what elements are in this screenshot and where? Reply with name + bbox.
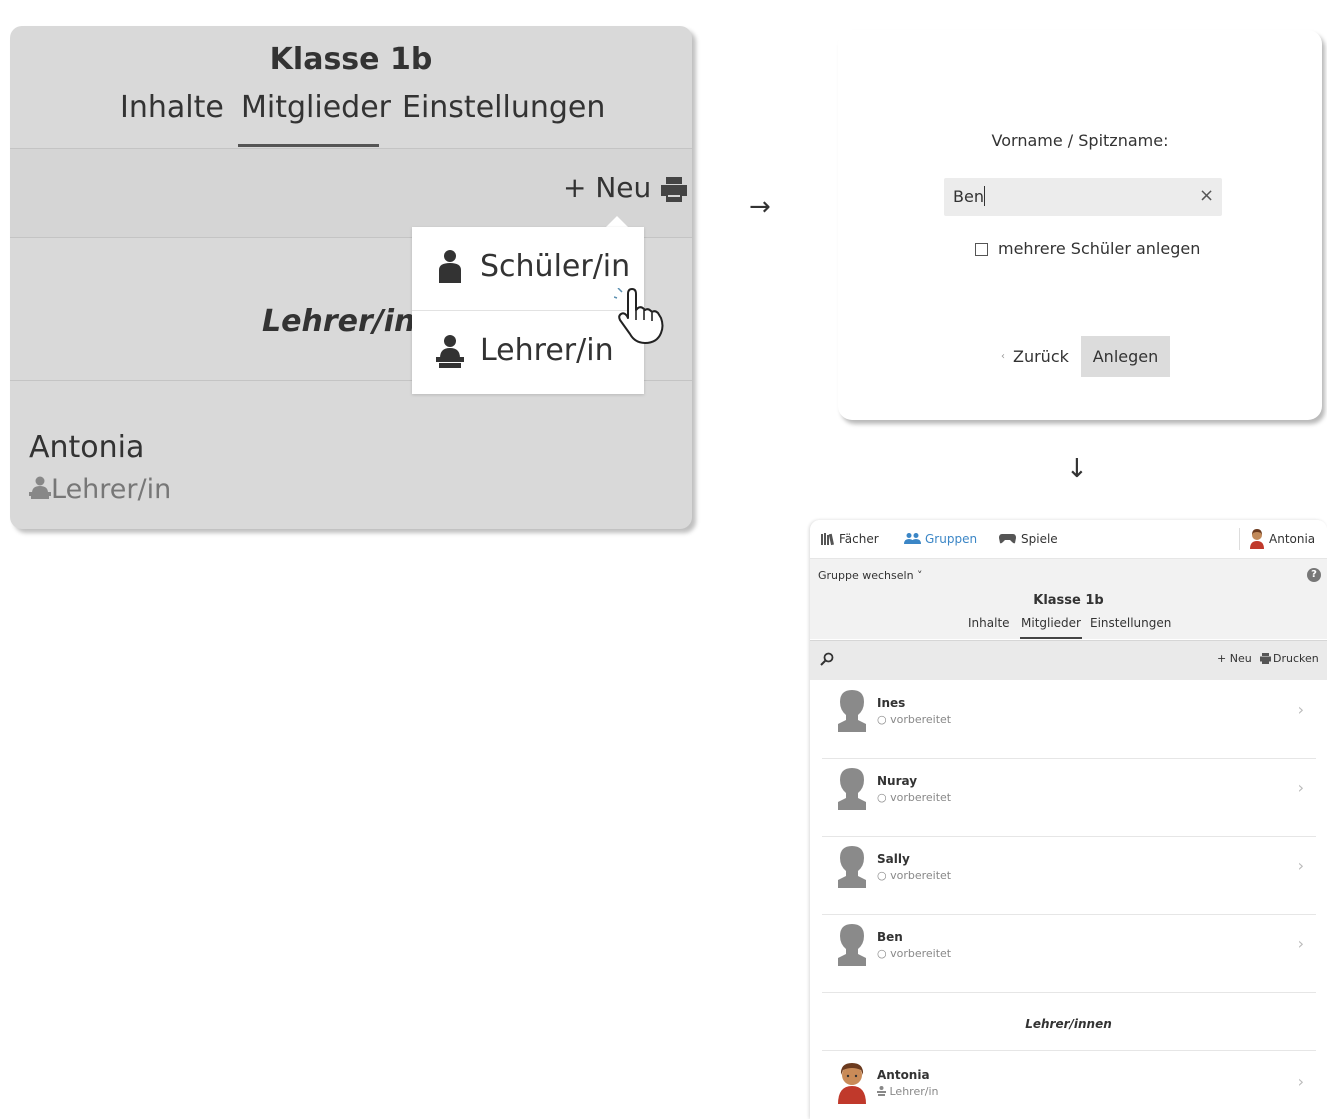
member-role-label: Lehrer/in: [51, 474, 172, 505]
nav-separator: [1239, 528, 1240, 550]
arrow-down: ↓: [1066, 454, 1088, 484]
name-field-label: Vorname / Spitzname:: [991, 131, 1169, 150]
add-student-dialog: Vorname / Spitzname: Ben × mehrere Schül…: [838, 30, 1322, 420]
print-button[interactable]: Drucken: [1273, 652, 1319, 665]
chevron-right-icon: ›: [1297, 1072, 1304, 1091]
member-status: ○ vorbereitet: [877, 869, 952, 882]
teacher-avatar: [838, 1063, 866, 1104]
member-role: Lehrer/in: [877, 1085, 938, 1098]
name-input-value: Ben: [953, 187, 984, 206]
list-item[interactable]: Ines ○ vorbereitet ›: [822, 680, 1316, 759]
tab-mitglieder[interactable]: Mitglieder: [241, 90, 391, 125]
teachers-heading: Lehrer/innen: [1025, 1017, 1112, 1031]
student-avatar: [838, 690, 866, 732]
zoomed-members-panel: Klasse 1b Inhalte Mitglieder Einstellung…: [10, 26, 692, 529]
menu-item-teacher[interactable]: Lehrer/in: [412, 311, 644, 394]
chevron-right-icon: ›: [1297, 934, 1304, 953]
tab-einstellungen[interactable]: Einstellungen: [1090, 616, 1171, 630]
menu-item-teacher-label: Lehrer/in: [480, 333, 614, 368]
chevron-left-icon: ‹: [1001, 351, 1005, 362]
user-avatar[interactable]: [1250, 529, 1264, 549]
teacher-icon: [29, 476, 51, 499]
new-member-button[interactable]: + Neu: [1217, 652, 1252, 665]
tab-einstellungen[interactable]: Einstellungen: [402, 90, 605, 125]
hand-cursor-icon: [614, 288, 664, 344]
menu-item-student[interactable]: Schüler/in: [412, 227, 644, 310]
teachers-heading: Lehrer/inn: [262, 304, 437, 339]
nav-groups[interactable]: Gruppen: [925, 532, 977, 546]
member-status: ○ vorbereitet: [877, 791, 952, 804]
member-name[interactable]: Antonia: [29, 430, 144, 465]
new-button[interactable]: + Neu: [563, 171, 651, 204]
member-name: Ines: [877, 696, 906, 710]
multiple-students-checkbox[interactable]: [975, 243, 988, 256]
books-icon: [821, 533, 834, 546]
tab-mitglieder[interactable]: Mitglieder: [1021, 616, 1081, 630]
help-icon[interactable]: ?: [1307, 568, 1321, 582]
name-input[interactable]: [944, 178, 1222, 216]
text-caret: [984, 186, 985, 206]
section-divider: [822, 1050, 1316, 1051]
chevron-right-icon: ›: [1297, 856, 1304, 875]
member-status: ○ vorbereitet: [877, 947, 952, 960]
member-name: Ben: [877, 930, 903, 944]
member-name: Antonia: [877, 1068, 930, 1082]
app-window: Fächer Gruppen Spiele Antonia Gruppe wec…: [810, 520, 1327, 1119]
student-avatar: [838, 768, 866, 810]
search-icon[interactable]: [820, 652, 834, 666]
tab-inhalte[interactable]: Inhalte: [968, 616, 1010, 630]
chevron-right-icon: ›: [1297, 778, 1304, 797]
list-item[interactable]: Nuray ○ vorbereitet ›: [822, 758, 1316, 837]
page-title: Klasse 1b: [1033, 593, 1104, 608]
switch-group-button[interactable]: Gruppe wechseln ˅: [818, 569, 923, 582]
nav-user-name[interactable]: Antonia: [1269, 532, 1315, 546]
student-avatar: [838, 924, 866, 966]
print-icon: [1260, 653, 1271, 664]
active-tab-indicator: [1020, 637, 1082, 639]
list-item[interactable]: Sally ○ vorbereitet ›: [822, 836, 1316, 915]
group-title: Klasse 1b: [269, 42, 433, 77]
list-item[interactable]: Antonia Lehrer/in ›: [822, 1052, 1316, 1119]
active-tab-indicator: [238, 144, 379, 147]
menu-item-student-label: Schüler/in: [480, 249, 631, 284]
multiple-students-label: mehrere Schüler anlegen: [998, 239, 1201, 258]
member-role: Lehrer/in: [29, 474, 171, 505]
member-role-label: Lehrer/in: [889, 1085, 939, 1098]
new-member-dropdown: Schüler/in Lehrer/in: [412, 227, 644, 394]
nav-subjects[interactable]: Fächer: [839, 532, 879, 546]
create-button[interactable]: Anlegen: [1081, 336, 1170, 377]
chevron-right-icon: ›: [1297, 700, 1304, 719]
tab-inhalte[interactable]: Inhalte: [120, 90, 224, 125]
dropdown-arrow: [606, 216, 628, 227]
teacher-icon: [436, 335, 464, 368]
clear-icon[interactable]: ×: [1199, 185, 1214, 206]
teacher-icon: [877, 1086, 886, 1096]
member-name: Sally: [877, 852, 910, 866]
back-button[interactable]: Zurück: [1013, 347, 1069, 366]
gamepad-icon: [999, 534, 1016, 544]
student-icon: [439, 250, 461, 283]
groups-icon: [904, 533, 921, 544]
list-item[interactable]: Ben ○ vorbereitet ›: [822, 914, 1316, 993]
nav-games[interactable]: Spiele: [1021, 532, 1058, 546]
print-icon[interactable]: [660, 176, 688, 204]
arrow-right: →: [749, 192, 771, 222]
member-status: ○ vorbereitet: [877, 713, 952, 726]
member-name: Nuray: [877, 774, 918, 788]
student-avatar: [838, 846, 866, 888]
